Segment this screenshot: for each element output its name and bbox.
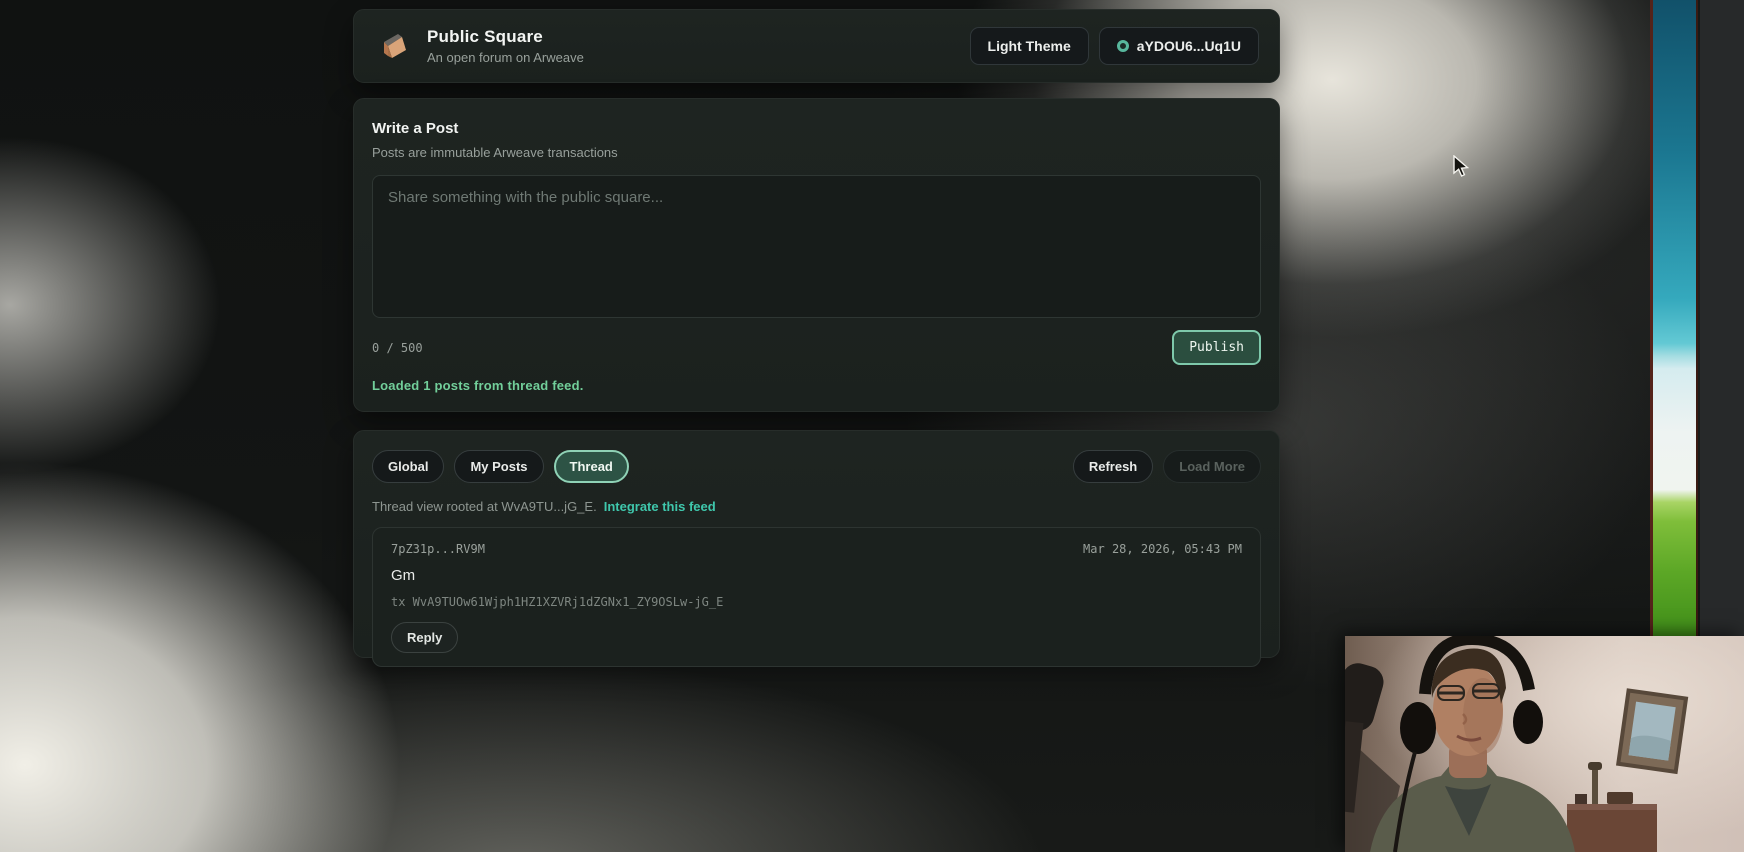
app-header: Public Square An open forum on Arweave L…	[353, 9, 1280, 83]
post-author: 7pZ31p...RV9M	[391, 542, 485, 556]
tab-thread[interactable]: Thread	[553, 450, 629, 483]
mouse-cursor	[1452, 154, 1474, 184]
post-content: Gm	[391, 567, 416, 584]
load-more-button[interactable]: Load More	[1163, 450, 1261, 483]
webcam-video	[1345, 636, 1744, 852]
wallet-address: aYDOU6...Uq1U	[1136, 38, 1241, 54]
thread-meta-text: Thread view rooted at WvA9TU...jG_E.	[372, 499, 597, 514]
wallet-button[interactable]: aYDOU6...Uq1U	[1098, 27, 1259, 65]
thread-meta-row: Thread view rooted at WvA9TU...jG_E. Inte…	[372, 499, 1261, 514]
compose-title: Write a Post	[372, 120, 459, 137]
tab-global[interactable]: Global	[372, 450, 445, 483]
integrate-feed-link[interactable]: Integrate this feed	[604, 499, 716, 514]
header-actions: Light Theme aYDOU6...Uq1U	[969, 27, 1259, 65]
post-card: 7pZ31p...RV9M Mar 28, 2026, 05:43 PM Gm …	[372, 527, 1261, 667]
publish-button[interactable]: Publish	[1172, 330, 1261, 365]
post-timestamp: Mar 28, 2026, 05:43 PM	[1083, 542, 1242, 556]
reply-button[interactable]: Reply	[391, 622, 459, 653]
compose-actions-row: 0 / 500 Publish	[372, 330, 1261, 365]
wallet-status-icon	[1116, 40, 1129, 52]
picture-frame	[1616, 688, 1689, 775]
refresh-button[interactable]: Refresh	[1072, 450, 1154, 483]
compose-subtitle: Posts are immutable Arweave transactions	[372, 145, 618, 160]
screen-edge-column	[1700, 0, 1744, 636]
feed-section: Global My Posts Thread Refresh Load More…	[353, 430, 1280, 667]
post-textarea[interactable]	[372, 175, 1261, 318]
brand-text: Public Square An open forum on Arweave	[427, 27, 584, 65]
tab-my-posts[interactable]: My Posts	[454, 450, 544, 483]
status-message: Loaded 1 posts from thread feed.	[372, 378, 584, 393]
brand: Public Square An open forum on Arweave	[378, 27, 584, 65]
feed-tabs: Global My Posts Thread	[372, 450, 629, 483]
cursor-arrow-icon	[1453, 154, 1470, 177]
char-counter: 0 / 500	[372, 340, 423, 355]
app-subtitle: An open forum on Arweave	[427, 50, 584, 65]
desktop-wallpaper-strip	[1653, 0, 1698, 636]
feed-actions: Refresh Load More	[1072, 450, 1261, 483]
app-column: Public Square An open forum on Arweave L…	[353, 0, 1280, 667]
app-logo-icon	[378, 28, 414, 64]
theme-toggle-button[interactable]: Light Theme	[969, 27, 1089, 65]
post-tx-id: tx WvA9TUOw61Wjph1HZ1XZVRj1dZGNx1_ZY9OSL…	[391, 595, 724, 609]
feed-toolbar: Global My Posts Thread Refresh Load More	[372, 450, 1261, 483]
post-header: 7pZ31p...RV9M Mar 28, 2026, 05:43 PM	[391, 542, 1242, 556]
webcam-overlay	[1345, 636, 1744, 852]
compose-section: Write a Post Posts are immutable Arweave…	[353, 98, 1280, 412]
app-title: Public Square	[427, 27, 543, 46]
